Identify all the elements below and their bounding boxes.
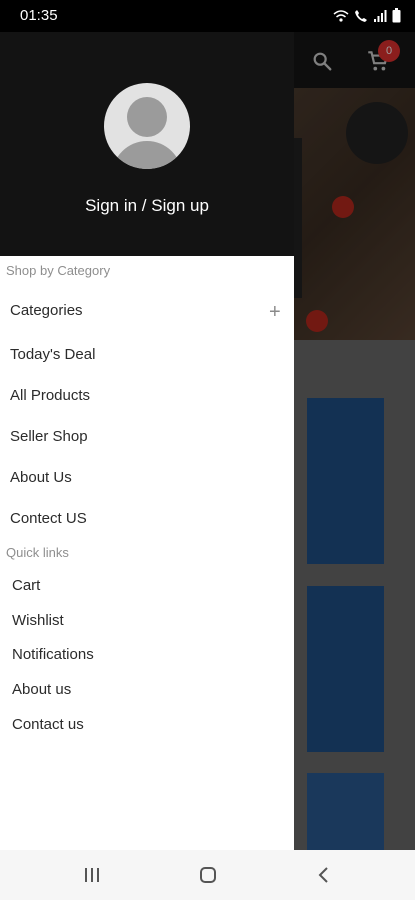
drawer-header: Sign in / Sign up xyxy=(0,32,294,256)
recent-apps-icon[interactable] xyxy=(80,864,104,886)
shop-by-category-label: Shop by Category xyxy=(6,263,111,278)
menu-item-all-products[interactable]: All Products xyxy=(10,387,90,404)
wifi-icon xyxy=(333,9,349,22)
status-bar: 01:35 xyxy=(0,0,415,32)
quick-link-notifications[interactable]: Notifications xyxy=(12,646,94,663)
menu-item-categories[interactable]: Categories xyxy=(10,302,83,319)
avatar[interactable] xyxy=(104,83,190,169)
back-icon[interactable] xyxy=(312,864,336,886)
navigation-drawer: Sign in / Sign up Shop by Category Categ… xyxy=(0,32,294,850)
quick-link-cart[interactable]: Cart xyxy=(12,577,40,594)
menu-item-todays-deal[interactable]: Today's Deal xyxy=(10,346,95,363)
signal-icon xyxy=(374,9,387,22)
status-time: 01:35 xyxy=(20,7,58,24)
home-icon[interactable] xyxy=(196,864,220,886)
quick-link-wishlist[interactable]: Wishlist xyxy=(12,612,64,629)
menu-item-about-us[interactable]: About Us xyxy=(10,469,72,486)
menu-item-contact-us[interactable]: Contect US xyxy=(10,510,87,527)
signin-link[interactable]: Sign in / Sign up xyxy=(0,196,294,216)
call-icon xyxy=(355,9,367,22)
menu-item-seller-shop[interactable]: Seller Shop xyxy=(10,428,88,445)
avatar-head xyxy=(127,97,167,137)
plus-icon[interactable]: + xyxy=(269,302,281,322)
quick-link-about-us[interactable]: About us xyxy=(12,681,71,698)
battery-icon xyxy=(392,8,401,23)
system-navigation-bar xyxy=(0,850,415,900)
quick-link-contact-us[interactable]: Contact us xyxy=(12,716,84,733)
quick-links-label: Quick links xyxy=(6,545,69,560)
avatar-body xyxy=(112,141,182,169)
